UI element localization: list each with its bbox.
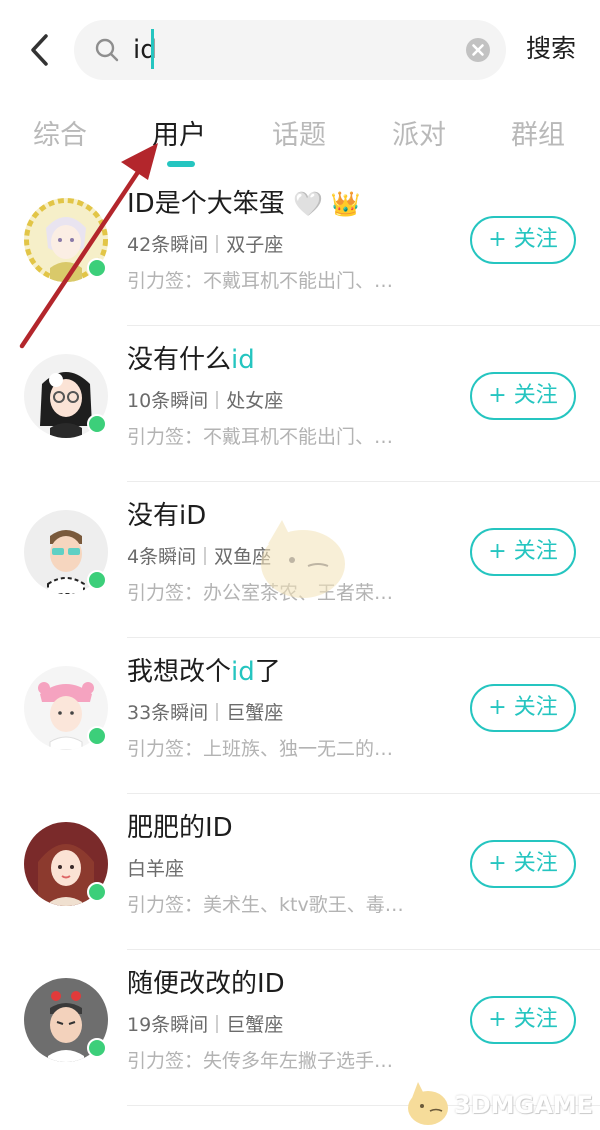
user-meta: 19条瞬间 巨蟹座 [127, 1014, 284, 1036]
tab-comprehensive[interactable]: 综合 [33, 116, 87, 156]
user-name: 我想改个id了 [127, 657, 281, 687]
user-name: ID是个大笨蛋 🤍 👑 [127, 189, 361, 219]
user-tagline: 引力签：美术生、ktv歌王、毒… [127, 894, 404, 916]
category-tabs: 综合 用户 话题 派对 群组 [0, 110, 600, 170]
user-row[interactable]: 肥肥的ID 白羊座 引力签：美术生、ktv歌王、毒… + 关注 [0, 794, 600, 950]
user-row[interactable]: 我想改个id了 33条瞬间 巨蟹座 引力签：上班族、独一无二的… + 关注 [0, 638, 600, 794]
follow-button[interactable]: + 关注 [470, 528, 576, 576]
tab-topics[interactable]: 话题 [272, 116, 326, 156]
site-watermark: 3DMGAME [404, 1078, 600, 1130]
user-tagline: 引力签：上班族、独一无二的… [127, 738, 394, 760]
online-status-dot [87, 726, 107, 746]
user-tagline: 引力签：不戴耳机不能出门、… [127, 270, 394, 292]
tab-groups[interactable]: 群组 [511, 116, 565, 156]
user-name: 随便改改的ID [127, 969, 285, 999]
active-tab-indicator [167, 161, 195, 167]
search-icon [95, 38, 119, 62]
search-header: id 搜索 [0, 0, 600, 100]
text-caret [151, 29, 154, 69]
follow-button[interactable]: + 关注 [470, 996, 576, 1044]
mascot-watermark-icon [261, 520, 345, 598]
follow-button[interactable]: + 关注 [470, 684, 576, 732]
online-status-dot [87, 414, 107, 434]
user-meta: 33条瞬间 巨蟹座 [127, 702, 284, 724]
user-name: 没有什么id [127, 345, 255, 375]
follow-button[interactable]: + 关注 [470, 372, 576, 420]
clear-search-button[interactable] [465, 37, 491, 63]
watermark-text: 3DMGAME [454, 1091, 594, 1119]
search-submit-button[interactable]: 搜索 [526, 31, 576, 67]
user-row[interactable]: ID是个大笨蛋 🤍 👑 42条瞬间 双子座 引力签：不戴耳机不能出门、… + 关注 [0, 170, 600, 326]
user-tagline: 引力签：不戴耳机不能出门、… [127, 426, 394, 448]
follow-button[interactable]: + 关注 [470, 216, 576, 264]
online-status-dot [87, 1038, 107, 1058]
user-meta: 10条瞬间 处女座 [127, 390, 284, 412]
online-status-dot [87, 258, 107, 278]
heart-crown-emoji: 🤍 👑 [292, 190, 361, 218]
user-name: 没有iD [127, 501, 207, 531]
back-button[interactable] [22, 30, 62, 70]
follow-button[interactable]: + 关注 [470, 840, 576, 888]
tab-party[interactable]: 派对 [392, 116, 446, 156]
online-status-dot [87, 882, 107, 902]
user-meta: 白羊座 [127, 858, 185, 880]
user-meta: 42条瞬间 双子座 [127, 234, 284, 256]
clear-icon [466, 38, 490, 62]
tab-users[interactable]: 用户 [152, 116, 206, 156]
online-status-dot [87, 570, 107, 590]
mascot-logo-icon [408, 1082, 448, 1125]
search-input[interactable]: id [74, 20, 506, 80]
user-tagline: 引力签：失传多年左撇子选手… [127, 1050, 394, 1072]
back-arrow-icon [31, 34, 48, 66]
user-name: 肥肥的ID [127, 813, 233, 843]
user-row[interactable]: 没有什么id 10条瞬间 处女座 引力签：不戴耳机不能出门、… + 关注 [0, 326, 600, 482]
